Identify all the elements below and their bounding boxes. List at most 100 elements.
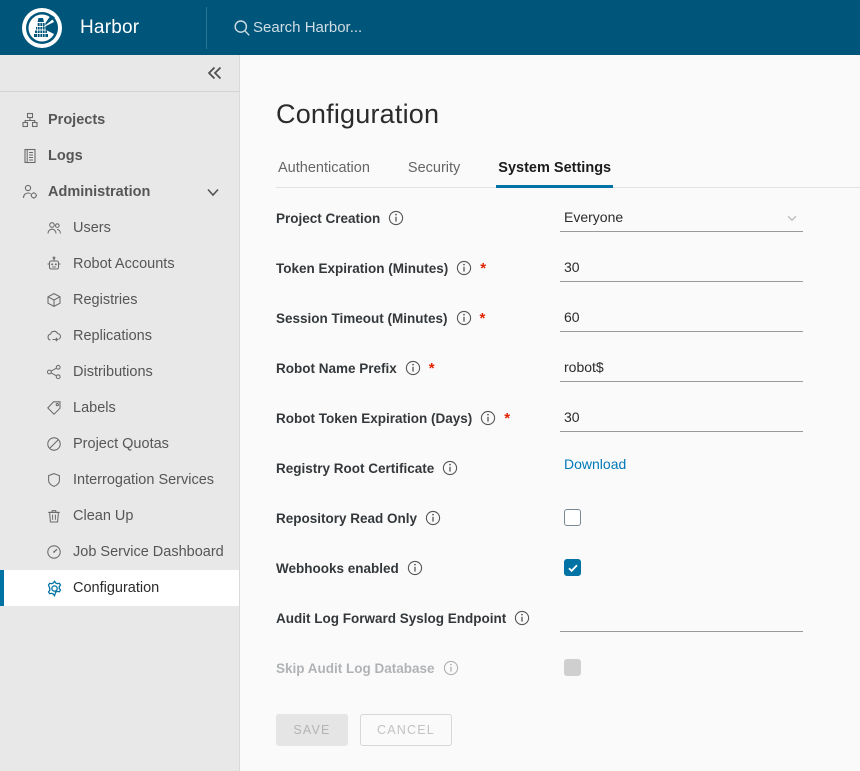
search-icon xyxy=(233,19,251,37)
chevron-down-icon[interactable] xyxy=(205,184,221,200)
quotas-pie-icon xyxy=(46,436,68,452)
tab-bar: Authentication Security System Settings xyxy=(276,154,860,188)
info-icon[interactable] xyxy=(443,660,459,676)
robot-name-prefix-input[interactable] xyxy=(560,356,803,382)
field-label-text: Robot Name Prefix xyxy=(276,361,397,376)
sidebar-item-label: Logs xyxy=(48,148,83,164)
users-icon xyxy=(46,220,68,236)
sidebar-item-project-quotas[interactable]: Project Quotas xyxy=(0,426,239,462)
field-label-text: Skip Audit Log Database xyxy=(276,661,435,676)
field-control xyxy=(560,504,860,531)
sidebar-item-label: Robot Accounts xyxy=(73,256,175,272)
field-row-skip-audit-log-database: Skip Audit Log Database xyxy=(276,654,860,704)
field-control xyxy=(560,204,860,232)
sidebar-item-label: Distributions xyxy=(73,364,153,380)
sidebar-item-label: Project Quotas xyxy=(73,436,169,452)
field-row-robot-name-prefix: Robot Name Prefix * xyxy=(276,354,860,404)
tab-security[interactable]: Security xyxy=(406,154,462,188)
project-creation-select[interactable] xyxy=(560,206,803,232)
registries-cube-icon xyxy=(46,292,68,308)
info-icon[interactable] xyxy=(456,260,472,276)
info-icon[interactable] xyxy=(480,410,496,426)
field-label: Registry Root Certificate xyxy=(276,454,560,476)
field-row-session-timeout: Session Timeout (Minutes) * xyxy=(276,304,860,354)
sidebar-item-labels[interactable]: Labels xyxy=(0,390,239,426)
harbor-app: Harbor Search Harbor... xyxy=(0,0,860,771)
save-button[interactable]: SAVE xyxy=(276,714,348,746)
cancel-button[interactable]: CANCEL xyxy=(360,714,452,746)
sidebar-item-job-service-dashboard[interactable]: Job Service Dashboard xyxy=(0,534,239,570)
header-divider xyxy=(206,7,207,49)
sidebar-item-distributions[interactable]: Distributions xyxy=(0,354,239,390)
sidebar-item-label: Registries xyxy=(73,292,137,308)
field-label-text: Registry Root Certificate xyxy=(276,461,434,476)
field-row-audit-log-forward-syslog-endpoint: Audit Log Forward Syslog Endpoint xyxy=(276,604,860,654)
sidebar-item-robot-accounts[interactable]: Robot Accounts xyxy=(0,246,239,282)
app-header: Harbor Search Harbor... xyxy=(0,0,860,55)
sidebar-item-replications[interactable]: Replications xyxy=(0,318,239,354)
logs-icon xyxy=(22,148,44,164)
info-icon[interactable] xyxy=(405,360,421,376)
field-label-text: Repository Read Only xyxy=(276,511,417,526)
field-label-text: Session Timeout (Minutes) xyxy=(276,311,448,326)
sidebar-item-interrogation-services[interactable]: Interrogation Services xyxy=(0,462,239,498)
tab-system-settings[interactable]: System Settings xyxy=(496,154,613,188)
download-certificate-link[interactable]: Download xyxy=(560,456,626,472)
robot-icon xyxy=(46,256,68,272)
info-icon[interactable] xyxy=(442,460,458,476)
sidebar-collapse-button[interactable] xyxy=(0,55,239,92)
field-label-text: Token Expiration (Minutes) xyxy=(276,261,448,276)
sidebar-item-registries[interactable]: Registries xyxy=(0,282,239,318)
skip-audit-log-database-checkbox xyxy=(564,659,581,676)
info-icon[interactable] xyxy=(514,610,530,626)
field-label: Token Expiration (Minutes) * xyxy=(276,254,560,276)
page-title: Configuration xyxy=(276,99,860,130)
gear-icon xyxy=(46,580,68,597)
sidebar-item-configuration[interactable]: Configuration xyxy=(0,570,239,606)
checkmark-icon xyxy=(567,562,579,574)
field-row-repository-read-only: Repository Read Only xyxy=(276,504,860,554)
field-label: Webhooks enabled xyxy=(276,554,560,576)
sidebar-item-clean-up[interactable]: Clean Up xyxy=(0,498,239,534)
sidebar-item-administration[interactable]: Administration xyxy=(0,174,239,210)
info-icon[interactable] xyxy=(407,560,423,576)
field-label: Session Timeout (Minutes) * xyxy=(276,304,560,326)
webhooks-enabled-checkbox[interactable] xyxy=(564,559,581,576)
sidebar-item-users[interactable]: Users xyxy=(0,210,239,246)
brand[interactable]: Harbor xyxy=(0,8,200,48)
dashboard-gauge-icon xyxy=(46,544,68,560)
administration-icon xyxy=(22,184,44,200)
sidebar-item-label: Interrogation Services xyxy=(73,472,214,488)
search-input[interactable]: Search Harbor... xyxy=(233,19,362,37)
robot-token-expiration-input[interactable] xyxy=(560,406,803,432)
distributions-share-icon xyxy=(46,364,68,380)
field-row-registry-root-certificate: Registry Root Certificate Download xyxy=(276,454,860,504)
sidebar-item-label: Clean Up xyxy=(73,508,133,524)
project-creation-value[interactable] xyxy=(560,206,803,232)
repository-read-only-checkbox[interactable] xyxy=(564,509,581,526)
field-row-project-creation: Project Creation xyxy=(276,204,860,254)
trash-icon xyxy=(46,508,68,524)
audit-log-syslog-endpoint-input[interactable] xyxy=(560,606,803,632)
sidebar-item-label: Administration xyxy=(48,184,150,200)
tab-authentication[interactable]: Authentication xyxy=(276,154,372,188)
sidebar-item-projects[interactable]: Projects xyxy=(0,102,239,138)
sidebar-item-label: Users xyxy=(73,220,111,236)
sidebar-item-logs[interactable]: Logs xyxy=(0,138,239,174)
session-timeout-input[interactable] xyxy=(560,306,803,332)
sidebar-nav: Projects Logs xyxy=(0,92,239,606)
required-marker: * xyxy=(480,261,486,276)
field-row-webhooks-enabled: Webhooks enabled xyxy=(276,554,860,604)
field-control xyxy=(560,254,860,282)
token-expiration-input[interactable] xyxy=(560,256,803,282)
field-label: Robot Token Expiration (Days) * xyxy=(276,404,560,426)
field-label-text: Robot Token Expiration (Days) xyxy=(276,411,472,426)
sidebar: Projects Logs xyxy=(0,55,240,771)
replications-cloud-icon xyxy=(46,328,68,344)
form-actions: SAVE CANCEL xyxy=(276,714,860,746)
required-marker: * xyxy=(480,311,486,326)
info-icon[interactable] xyxy=(456,310,472,326)
info-icon[interactable] xyxy=(425,510,441,526)
info-icon[interactable] xyxy=(388,210,404,226)
field-label: Robot Name Prefix * xyxy=(276,354,560,376)
